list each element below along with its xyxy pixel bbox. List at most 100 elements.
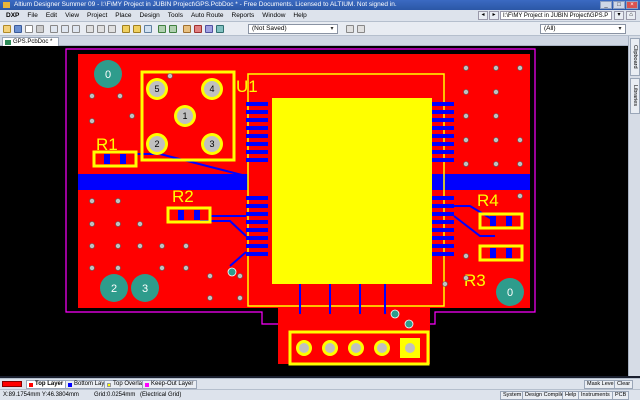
nav-back-button[interactable]: ◂ xyxy=(478,11,488,20)
r4-pad-b xyxy=(506,216,512,226)
r2-pad-b xyxy=(194,210,200,220)
pad-label-5: 5 xyxy=(154,84,159,94)
cut-icon[interactable] xyxy=(86,25,94,33)
layer-tab-keep-out[interactable]: Keep-Out Layer xyxy=(142,380,198,389)
pcb-board-drawing: 5 4 1 2 3 U1 R1 R2 R3 R4 0 2 3 0 xyxy=(0,46,628,376)
document-tab[interactable]: GPS.PcbDoc * xyxy=(2,37,60,46)
r3-pad-b xyxy=(506,248,512,258)
copy-icon[interactable] xyxy=(97,25,105,33)
filter-combo[interactable]: (All) ▾ xyxy=(540,24,626,34)
status-pcb-button[interactable]: PCB xyxy=(612,391,630,400)
zoom-in-icon[interactable] xyxy=(50,25,58,33)
designator-u1: U1 xyxy=(236,77,258,96)
grid-icon[interactable] xyxy=(205,25,213,33)
mounting-hole-label-tl: 0 xyxy=(105,69,111,81)
menu-auto-route[interactable]: Auto Route xyxy=(187,10,228,22)
designator-r2: R2 xyxy=(172,187,194,206)
layer-color-bottom xyxy=(68,383,72,387)
menu-design[interactable]: Design xyxy=(136,10,164,22)
r1-pad-b xyxy=(120,154,126,164)
filter-value: (All) xyxy=(544,25,556,32)
window-controls: _ □ × xyxy=(600,1,638,9)
zoom-fit-icon[interactable] xyxy=(72,25,80,33)
menu-edit[interactable]: Edit xyxy=(42,10,61,22)
toolbar: (Not Saved) ▾ (All) ▾ xyxy=(0,22,640,36)
panel-tab-libraries[interactable]: Libraries xyxy=(630,78,640,114)
3d-view-icon[interactable] xyxy=(216,25,224,33)
grid-size: Grid:0.0254mm xyxy=(94,392,136,398)
select-icon[interactable] xyxy=(122,25,130,33)
layer-tab-top[interactable]: Top Layer xyxy=(26,380,68,389)
status-system-button[interactable]: System xyxy=(500,391,525,400)
layer-tab-top-label: Top Layer xyxy=(35,381,64,387)
deselect-icon[interactable] xyxy=(144,25,152,33)
title-bar: Altium Designer Summer 09 - I:\F\MY Proj… xyxy=(0,0,640,10)
designator-r4: R4 xyxy=(477,191,499,210)
paste-icon[interactable] xyxy=(108,25,116,33)
altium-window: Altium Designer Summer 09 - I:\F\MY Proj… xyxy=(0,0,640,400)
layer-color-keep-out xyxy=(145,383,149,387)
layer-tab-keep-out-label: Keep-Out Layer xyxy=(151,381,194,387)
undo-icon[interactable] xyxy=(158,25,166,33)
layer-set-icon[interactable] xyxy=(346,25,354,33)
view-config-combo[interactable]: (Not Saved) ▾ xyxy=(248,24,338,34)
menu-help[interactable]: Help xyxy=(289,10,310,22)
bottom-layer-band-left xyxy=(78,174,248,190)
open-folder-icon[interactable] xyxy=(3,25,11,33)
r4-pad-a xyxy=(490,216,496,226)
move-icon[interactable] xyxy=(133,25,141,33)
menu-file[interactable]: File xyxy=(23,10,41,22)
filter-icon[interactable] xyxy=(357,25,365,33)
minimize-button[interactable]: _ xyxy=(600,1,612,9)
nav-forward-button[interactable]: ▸ xyxy=(489,11,499,20)
path-field[interactable]: I:\F\MY Project in JUBIN Project\GPS.P xyxy=(500,11,612,20)
panel-tab-clipboard[interactable]: Clipboard xyxy=(630,38,640,76)
mounting-hole-label-2: 2 xyxy=(111,283,117,295)
pad-label-1: 1 xyxy=(182,111,187,121)
menu-window[interactable]: Window xyxy=(258,10,289,22)
status-instruments-button[interactable]: Instruments xyxy=(578,391,613,400)
mask-level-button[interactable]: Mask Level xyxy=(584,380,618,389)
menu-place[interactable]: Place xyxy=(111,10,135,22)
layer-tab-bar: Top Layer Bottom Layer Top Overlay Keep-… xyxy=(0,378,640,389)
pad-label-3: 3 xyxy=(209,139,214,149)
chevron-down-icon: ▾ xyxy=(330,26,334,32)
menu-reports[interactable]: Reports xyxy=(228,10,259,22)
layer-color-top-overlay xyxy=(107,383,111,387)
pcb-canvas[interactable]: 5 4 1 2 3 U1 R1 R2 R3 R4 0 2 3 0 xyxy=(0,46,628,376)
chevron-down-icon: ▾ xyxy=(618,26,622,32)
rules-icon[interactable] xyxy=(194,25,202,33)
document-tab-bar: GPS.PcbDoc * xyxy=(0,36,628,46)
right-panel-strip: Clipboard Libraries xyxy=(628,36,640,376)
r2-pad-a xyxy=(178,210,184,220)
status-help-button[interactable]: Help xyxy=(562,391,580,400)
grid-type: (Electrical Grid) xyxy=(140,392,182,398)
altium-app-icon xyxy=(3,2,10,8)
close-button[interactable]: × xyxy=(626,1,638,9)
menu-project[interactable]: Project xyxy=(83,10,111,22)
redo-icon[interactable] xyxy=(169,25,177,33)
mounting-hole-label-3: 3 xyxy=(142,283,148,295)
save-icon[interactable] xyxy=(14,25,22,33)
zoom-out-icon[interactable] xyxy=(61,25,69,33)
menu-view[interactable]: View xyxy=(61,10,83,22)
cross-probe-icon[interactable] xyxy=(183,25,191,33)
current-layer-swatch xyxy=(2,381,22,387)
r1-pad-a xyxy=(104,154,110,164)
path-go-button[interactable]: ▾ xyxy=(614,11,624,20)
pad-label-2: 2 xyxy=(154,139,159,149)
layer-tab-top-overlay-label: Top Overlay xyxy=(113,381,146,387)
u1-thermal-pad xyxy=(272,98,432,284)
pcb-document-icon xyxy=(5,40,11,45)
pad-label-4: 4 xyxy=(209,84,214,94)
status-bar: X:89.1754mm Y:46.3804mm Grid:0.0254mm (E… xyxy=(0,389,640,400)
print-icon[interactable] xyxy=(36,25,44,33)
bottom-layer-band-right xyxy=(430,174,530,190)
new-document-icon[interactable] xyxy=(25,25,33,33)
clear-button[interactable]: Clear xyxy=(614,380,634,389)
menu-tools[interactable]: Tools xyxy=(164,10,187,22)
maximize-button[interactable]: □ xyxy=(613,1,625,9)
layer-color-top xyxy=(29,383,33,387)
menu-dxp[interactable]: DXP xyxy=(2,10,23,22)
path-home-button[interactable]: ⌂ xyxy=(626,11,636,20)
